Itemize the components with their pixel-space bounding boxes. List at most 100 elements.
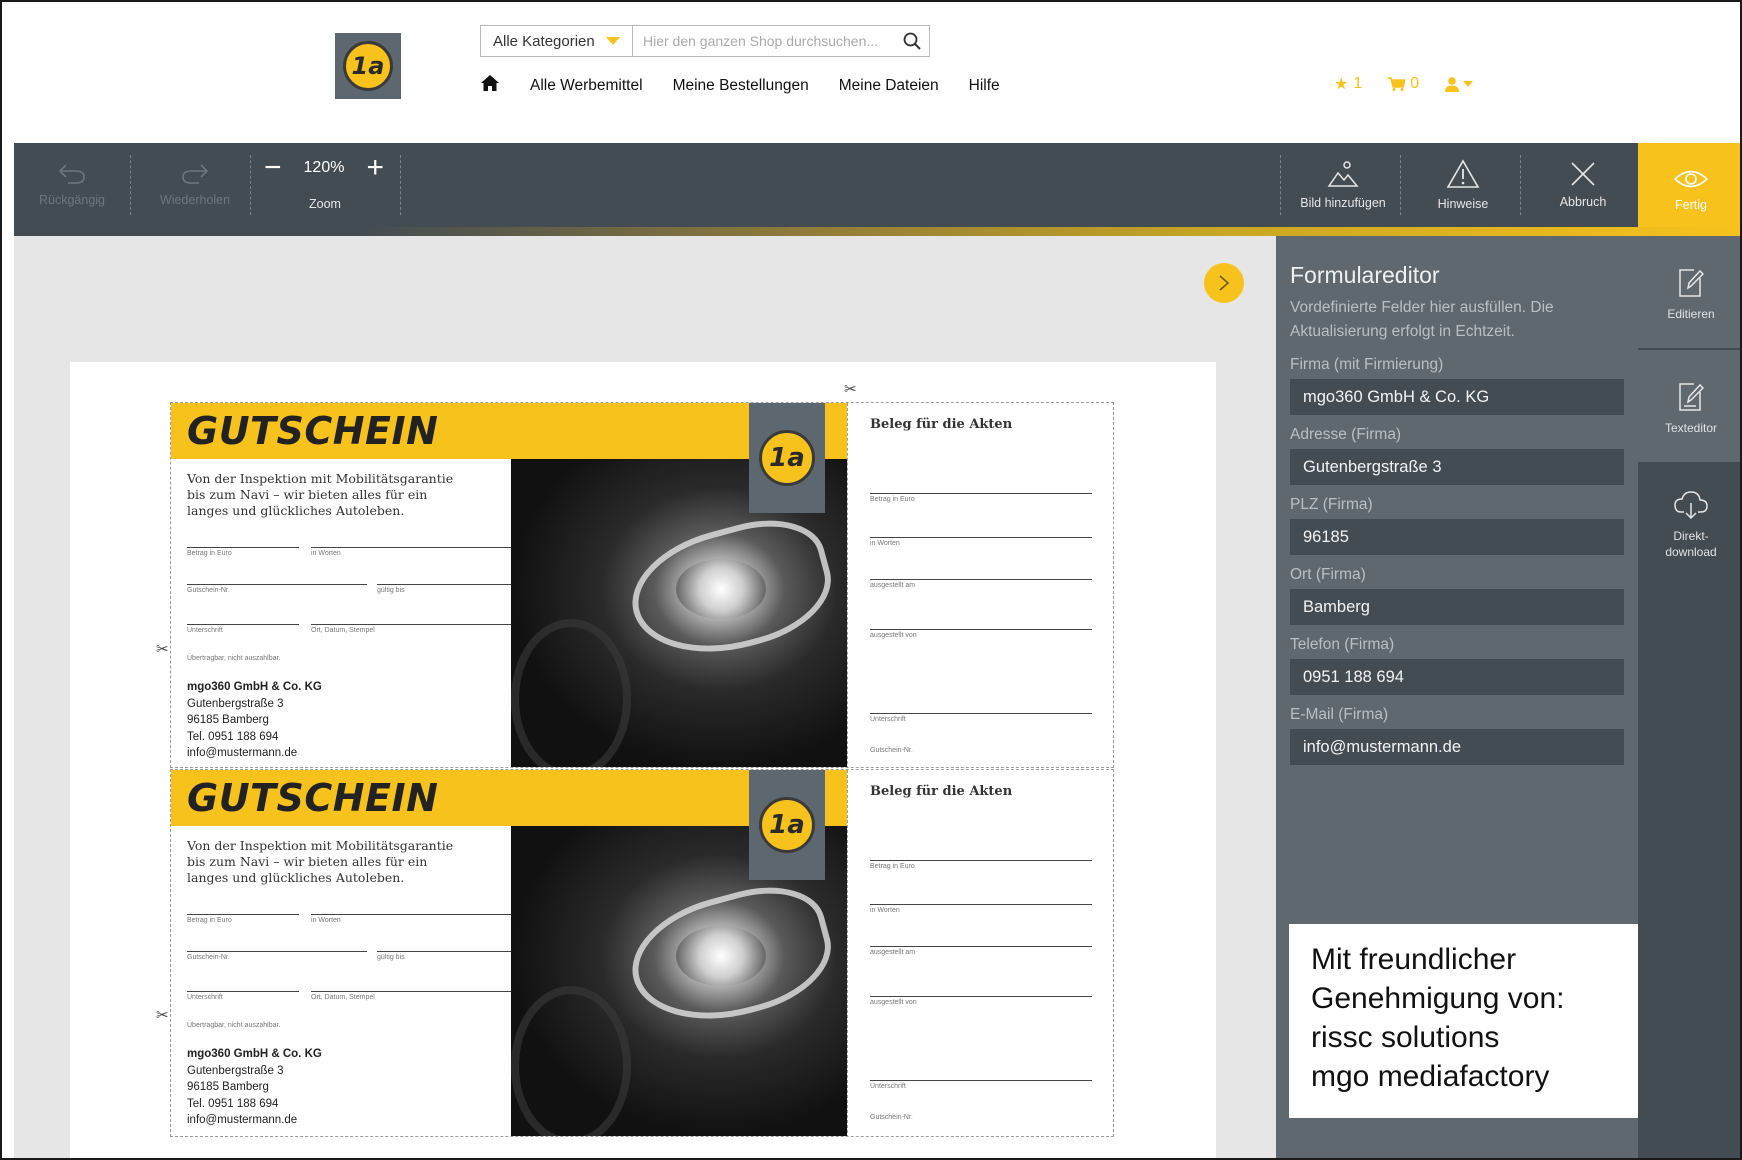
favorites-link[interactable]: ★ 1 [1334, 74, 1362, 94]
field-label: in Worten [311, 550, 341, 557]
hints-label: Hinweise [1437, 197, 1489, 211]
credit-line: rissc solutions [1311, 1021, 1500, 1054]
form-line [870, 946, 1092, 947]
redo-button[interactable]: Wiederholen [140, 143, 250, 227]
company-phone: Tel. 0951 188 694 [187, 1097, 279, 1110]
voucher-card[interactable]: GUTSCHEIN 1a Von der Inspektion mit Mobi… [170, 769, 1114, 1137]
toolbar-divider [130, 155, 131, 215]
tab-edit[interactable]: Editieren [1638, 236, 1740, 348]
home-icon[interactable] [480, 74, 502, 97]
nav-item-my-orders[interactable]: Meine Bestellungen [673, 77, 809, 95]
undo-label: Rückgängig [38, 193, 105, 207]
warning-icon [1446, 159, 1480, 188]
zoom-out-button[interactable]: − [264, 153, 282, 183]
tab-text-editor[interactable]: Texteditor [1638, 350, 1740, 462]
tab-direct-download-label: download [1665, 545, 1717, 559]
cancel-button[interactable]: Abbruch [1526, 143, 1640, 227]
field-label: Gutschein-Nr. [870, 1114, 913, 1121]
category-select[interactable]: Alle Kategorien [481, 26, 633, 56]
field-label: in Worten [870, 907, 900, 914]
form-editor-title: Formulareditor [1290, 262, 1440, 288]
add-image-button[interactable]: Bild hinzufügen [1286, 143, 1400, 227]
add-image-label: Bild hinzufügen [1300, 196, 1386, 210]
field-label: in Worten [870, 540, 900, 547]
field-label-address: Adresse (Firma) [1290, 426, 1402, 443]
zoom-value: 120% [303, 159, 345, 176]
field-label: gültig bis [377, 954, 405, 961]
zoom-label: Zoom [309, 197, 341, 211]
voucher-stub: Beleg für die Akten Betrag in Euro in Wo… [847, 403, 1113, 767]
company-street: Gutenbergstraße 3 [187, 1064, 284, 1077]
email-field[interactable]: info@mustermann.de [1290, 729, 1624, 765]
form-line [311, 991, 511, 992]
hints-button[interactable]: Hinweise [1406, 143, 1520, 227]
company-field[interactable]: mgo360 GmbH & Co. KG [1290, 379, 1624, 415]
field-label: Ort, Datum, Stempel [311, 627, 375, 634]
logo-badge: 1a [343, 41, 393, 91]
zoom-in-button[interactable]: + [366, 153, 384, 183]
voucher-intro: Von der Inspektion mit Mobilitätsgaranti… [187, 471, 454, 518]
eye-icon [1673, 170, 1709, 187]
company-name: mgo360 GmbH & Co. KG [187, 1048, 322, 1060]
form-line [377, 584, 511, 585]
zoom-control: − 120% + [264, 153, 384, 183]
field-label: Unterschrift [187, 627, 223, 634]
editor-toolbar: Rückgängig Wiederholen Zoom − 120% + Bil… [14, 143, 1740, 236]
cloud-download-icon [1674, 491, 1708, 520]
form-line [187, 584, 367, 585]
logo-badge: 1a [759, 797, 815, 853]
field-label-zip: PLZ (Firma) [1290, 496, 1373, 513]
city-field[interactable]: Bamberg [1290, 589, 1624, 625]
address-field[interactable]: Gutenbergstraße 3 [1290, 449, 1624, 485]
app-window: 1a Alle Kategorien Hier den ganzen Shop … [0, 0, 1742, 1160]
search-input[interactable]: Hier den ganzen Shop durchsuchen... [633, 33, 895, 49]
chevron-right-icon [1219, 275, 1230, 291]
company-street: Gutenbergstraße 3 [187, 697, 284, 710]
redo-icon [182, 164, 209, 184]
favorites-count: 1 [1353, 75, 1363, 92]
logo-badge: 1a [759, 430, 815, 486]
voucher-card[interactable]: GUTSCHEIN 1a Von der Inspektion mit Mobi… [170, 402, 1114, 768]
form-line [870, 860, 1092, 861]
main-navigation: Alle Werbemittel Meine Bestellungen Mein… [480, 74, 1030, 97]
undo-button[interactable]: Rückgängig [22, 143, 122, 227]
form-line [870, 1080, 1092, 1081]
toggle-panel-button[interactable] [1204, 263, 1244, 303]
account-menu[interactable] [1445, 76, 1474, 92]
shop-logo[interactable]: 1a [335, 33, 401, 99]
close-icon [1571, 162, 1595, 186]
company-address: mgo360 GmbH & Co. KG Gutenbergstraße 3 9… [187, 679, 322, 762]
star-icon: ★ [1334, 76, 1349, 93]
tab-text-editor-label: Texteditor [1664, 421, 1718, 435]
phone-field[interactable]: 0951 188 694 [1290, 659, 1624, 695]
company-city: 96185 Bamberg [187, 714, 269, 726]
credit-note: Mit freundlicher Genehmigung von: rissc … [1289, 924, 1661, 1118]
nav-item-all-products[interactable]: Alle Werbemittel [530, 77, 643, 95]
search-icon[interactable] [895, 32, 929, 50]
form-line [870, 904, 1092, 905]
form-line [187, 991, 299, 992]
zip-field[interactable]: 96185 [1290, 519, 1624, 555]
toolbar-accent-bar [14, 227, 1740, 236]
scissors-icon: ✂ [844, 381, 857, 398]
voucher-stub: Beleg für die Akten Betrag in Euro in Wo… [847, 770, 1113, 1136]
company-phone: Tel. 0951 188 694 [187, 730, 279, 743]
nav-item-my-files[interactable]: Meine Dateien [839, 77, 939, 95]
tab-direct-download[interactable]: Direkt- download [1638, 464, 1740, 576]
image-icon [1327, 161, 1359, 187]
cart-count: 0 [1410, 75, 1420, 92]
stub-title: Beleg für die Akten [870, 784, 1013, 799]
chevron-down-icon [606, 37, 620, 45]
cancel-label: Abbruch [1559, 195, 1607, 209]
nav-item-help[interactable]: Hilfe [969, 77, 1000, 95]
company-email: info@mustermann.de [187, 747, 298, 759]
form-line [870, 996, 1092, 997]
form-line [870, 493, 1092, 494]
cart-link[interactable]: 0 [1388, 75, 1419, 93]
form-line [377, 951, 511, 952]
done-button[interactable]: Fertig [1638, 143, 1740, 236]
toolbar-divider [1520, 155, 1521, 215]
scissors-icon: ✂ [156, 641, 169, 658]
chevron-down-icon [1463, 81, 1474, 87]
field-label: Betrag in Euro [187, 917, 232, 924]
